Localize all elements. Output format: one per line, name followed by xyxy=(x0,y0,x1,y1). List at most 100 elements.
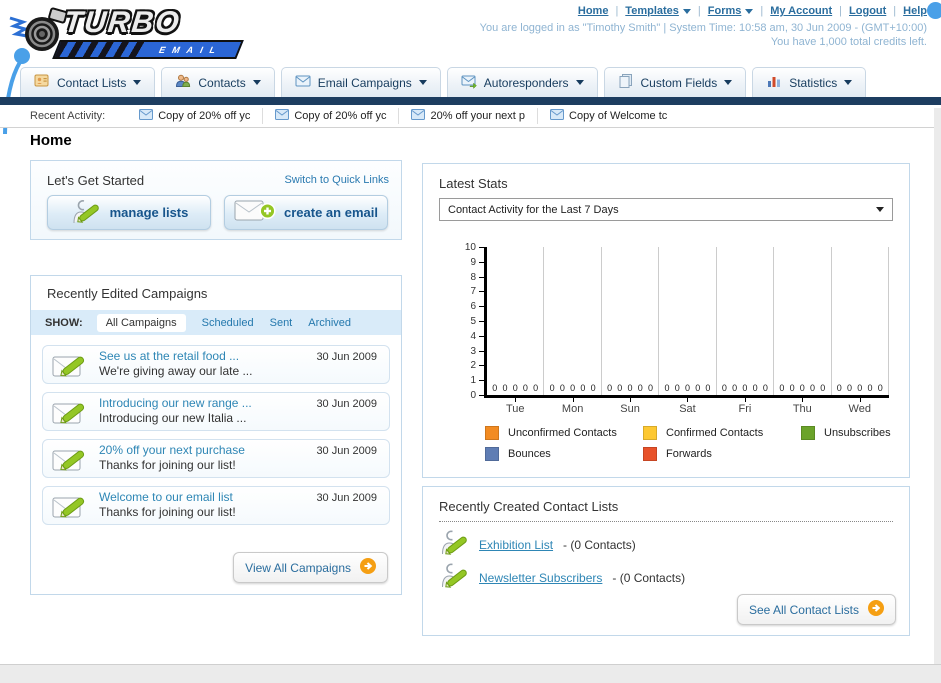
y-axis-tick-label: 10 xyxy=(464,242,476,253)
campaign-filter-archived[interactable]: Archived xyxy=(308,317,351,329)
y-axis-tick-label: 3 xyxy=(470,345,476,357)
create-email-button[interactable]: create an email xyxy=(224,195,388,230)
see-all-contact-lists-button[interactable]: See All Contact Lists xyxy=(736,594,896,625)
nav-tab-contacts[interactable]: Contacts xyxy=(161,67,275,97)
chevron-down-icon xyxy=(876,207,884,212)
logo-text-email: EMAIL xyxy=(157,44,225,55)
x-axis-day-label: Wed xyxy=(848,403,871,415)
y-axis-tick-label: 9 xyxy=(470,256,476,268)
see-all-contact-lists-wrap: See All Contact Lists xyxy=(736,594,896,625)
nav-tab-contact-lists[interactable]: Contact Lists xyxy=(20,67,156,97)
contacts-icon xyxy=(175,73,191,92)
recent-activity-item[interactable]: Copy of 20% off yc xyxy=(127,108,264,124)
header-links: Home | Templates | Forms | My Account | Logout | H… xyxy=(577,5,927,17)
y-axis-tick xyxy=(479,335,484,337)
y-axis-tick xyxy=(479,261,484,263)
manage-lists-icon xyxy=(70,197,102,228)
statistics-icon xyxy=(766,73,782,92)
y-axis-tick xyxy=(479,380,484,382)
contact-list-item[interactable]: Exhibition List - (0 Contacts) xyxy=(439,528,893,561)
campaign-list-item[interactable]: See us at the retail food ... We're givi… xyxy=(42,345,390,384)
y-axis-tick xyxy=(479,395,484,396)
recent-activity-item[interactable]: Copy of 20% off yc xyxy=(263,108,400,124)
envelope-pencil-icon xyxy=(52,444,92,479)
get-started-title: Let's Get Started xyxy=(47,173,145,188)
campaign-title-link[interactable]: 20% off your next purchase xyxy=(99,443,245,458)
campaign-filter-sent[interactable]: Sent xyxy=(270,317,293,329)
contact-list-link[interactable]: Newsletter Subscribers xyxy=(479,571,602,585)
header-link-forms[interactable]: Forms xyxy=(708,5,754,17)
contact-activity-chart: 0 0 0 0 0 Tue 0 0 0 0 0 Mon 0 0 0 0 0 Sun 0 0 0 0 0 Sat 0 0 0 0 0 Fri… xyxy=(451,242,895,417)
legend-item: Unconfirmed Contacts xyxy=(485,426,643,440)
header-link-help[interactable]: Help xyxy=(903,5,927,17)
legend-item: Unsubscribes xyxy=(801,426,891,440)
chart-plot-area: 0 0 0 0 0 Tue 0 0 0 0 0 Mon 0 0 0 0 0 Sun 0 0 0 0 0 Sat 0 0 0 0 0 Fri… xyxy=(484,247,889,415)
navy-divider-bar xyxy=(0,97,941,105)
envelope-icon xyxy=(550,108,565,123)
campaign-date: 30 Jun 2009 xyxy=(316,351,377,363)
legend-swatch xyxy=(643,447,657,461)
campaign-list-item[interactable]: Welcome to our email list Thanks for joi… xyxy=(42,486,390,525)
y-axis-tick-label: 1 xyxy=(470,375,476,387)
contact-list-link[interactable]: Exhibition List xyxy=(479,538,553,552)
recent-activity-item[interactable]: 20% off your next p xyxy=(399,108,539,124)
legend-item: Bounces xyxy=(485,447,643,461)
latest-stats-title: Latest Stats xyxy=(439,176,508,191)
y-axis-tick-label: 7 xyxy=(470,286,476,298)
contact-list-items: Exhibition List - (0 Contacts) Newslette… xyxy=(423,522,909,594)
page-background-strip xyxy=(934,108,941,664)
header-link-logout[interactable]: Logout xyxy=(849,5,886,17)
y-axis-tick xyxy=(479,350,484,352)
bar-value-labels: 00000 xyxy=(664,383,711,393)
nav-tab-statistics[interactable]: Statistics xyxy=(752,67,867,97)
legend-swatch xyxy=(485,426,499,440)
switch-to-quick-links-link[interactable]: Switch to Quick Links xyxy=(284,174,389,186)
chart-day-group: 0 0 0 0 0 Fri xyxy=(717,247,775,415)
nav-tab-autoresponders[interactable]: Autoresponders xyxy=(446,67,598,97)
contact-lists-icon xyxy=(34,73,50,92)
campaign-subtitle: We're giving away our late ... xyxy=(99,364,253,378)
x-axis-day-label: Fri xyxy=(738,403,752,415)
recent-activity-bar: Recent Activity: Copy of 20% off yc Copy… xyxy=(0,105,941,128)
campaign-title-link[interactable]: Welcome to our email list xyxy=(99,490,236,505)
campaign-subtitle: Introducing our new Italia ... xyxy=(99,411,247,425)
show-label: SHOW: xyxy=(45,316,83,329)
campaign-subtitle: Thanks for joining our list! xyxy=(99,458,236,472)
custom-fields-icon xyxy=(618,73,634,92)
view-all-campaigns-wrap: View All Campaigns xyxy=(233,552,388,583)
chart-day-group: 0 0 0 0 0 Wed xyxy=(832,247,889,415)
logo-text-turbo: TURBO xyxy=(62,6,183,39)
stats-period-select[interactable]: Contact Activity for the Last 7 Days xyxy=(439,198,893,221)
header-link-my-account[interactable]: My Account xyxy=(770,5,832,17)
campaign-list-item[interactable]: 20% off your next purchase Thanks for jo… xyxy=(42,439,390,478)
nav-tab-custom-fields[interactable]: Custom Fields xyxy=(603,67,747,97)
campaign-filter-scheduled[interactable]: Scheduled xyxy=(202,317,254,329)
campaign-date: 30 Jun 2009 xyxy=(316,492,377,504)
contact-lists-title: Recently Created Contact Lists xyxy=(439,499,893,522)
y-axis-tick-label: 5 xyxy=(470,316,476,327)
recent-activity-items: Copy of 20% off yc Copy of 20% off yc 20… xyxy=(127,105,679,127)
y-axis-tick-label: 2 xyxy=(470,360,476,372)
x-axis-tick xyxy=(802,398,804,402)
chevron-down-icon xyxy=(682,8,691,14)
recent-activity-item[interactable]: Copy of Welcome tc xyxy=(538,108,679,123)
contact-list-item[interactable]: Newsletter Subscribers - (0 Contacts) xyxy=(439,561,893,594)
campaign-date: 30 Jun 2009 xyxy=(316,398,377,410)
envelope-icon xyxy=(275,108,290,123)
header-link-home[interactable]: Home xyxy=(578,5,609,17)
manage-lists-button[interactable]: manage lists xyxy=(47,195,211,230)
campaign-filter-all-campaigns[interactable]: All Campaigns xyxy=(96,313,186,332)
autoresponders-icon xyxy=(461,73,477,92)
campaign-list-item[interactable]: Introducing our new range ... Introducin… xyxy=(42,392,390,431)
contact-list-detail: - (0 Contacts) xyxy=(563,537,636,552)
bar-value-labels: 00000 xyxy=(779,383,826,393)
legend-item: Confirmed Contacts xyxy=(643,426,801,440)
campaign-title-link[interactable]: Introducing our new range ... xyxy=(99,396,252,411)
header-link-templates[interactable]: Templates xyxy=(625,5,691,17)
x-axis-tick xyxy=(859,398,861,402)
view-all-campaigns-button[interactable]: View All Campaigns xyxy=(233,552,388,583)
x-axis-tick xyxy=(687,398,689,402)
bar-value-labels: 00000 xyxy=(549,383,596,393)
campaign-title-link[interactable]: See us at the retail food ... xyxy=(99,349,252,364)
nav-tab-email-campaigns[interactable]: Email Campaigns xyxy=(280,67,441,97)
